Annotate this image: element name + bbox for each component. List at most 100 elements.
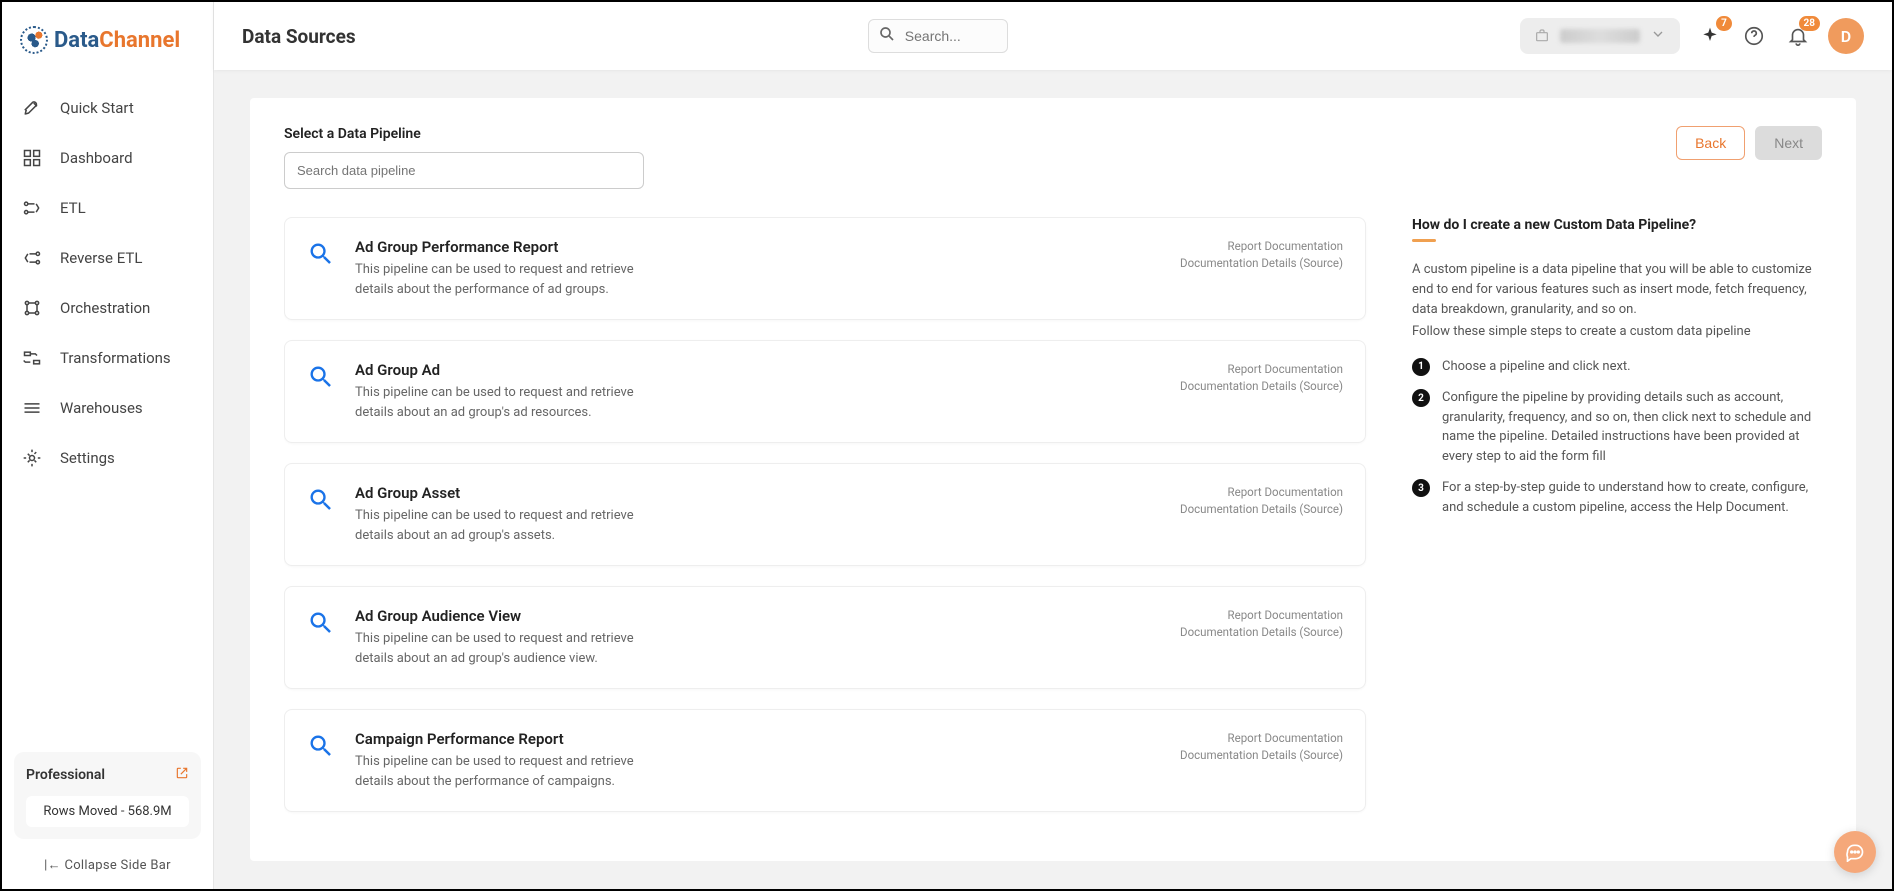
plan-rows-stat: Rows Moved - 568.9M: [26, 796, 189, 827]
pipeline-doc-links: Report DocumentationDocumentation Detail…: [1180, 484, 1343, 545]
collapse-label: Collapse Side Bar: [64, 858, 170, 873]
chat-icon: [1845, 842, 1865, 862]
sparkle-badge: 7: [1716, 16, 1732, 31]
sidebar-item-dashboard[interactable]: Dashboard: [12, 134, 203, 182]
pipeline-title: Ad Group Audience View: [355, 607, 1162, 625]
sparkle-icon: [1700, 26, 1720, 46]
warehouse-icon: [22, 398, 42, 418]
sidebar-item-label: Orchestration: [60, 299, 150, 317]
pipeline-doc-links: Report DocumentationDocumentation Detail…: [1180, 238, 1343, 299]
section-title: Select a Data Pipeline: [284, 126, 1656, 142]
pipeline-doc-links: Report DocumentationDocumentation Detail…: [1180, 730, 1343, 791]
sidebar-item-settings[interactable]: Settings: [12, 434, 203, 482]
help-steps: 1 Choose a pipeline and click next. 2Confi…: [1412, 357, 1812, 518]
grid-icon: [22, 148, 42, 168]
help-para-1: A custom pipeline is a data pipeline tha…: [1412, 260, 1812, 320]
doc-details-link[interactable]: Documentation Details (Source): [1180, 501, 1343, 518]
back-button[interactable]: Back: [1676, 126, 1745, 160]
sidebar-item-label: Warehouses: [60, 399, 143, 417]
pipeline-title: Ad Group Ad: [355, 361, 1162, 379]
brand-logo-text: DataChannel: [54, 28, 180, 53]
pipeline-title: Ad Group Performance Report: [355, 238, 1162, 256]
help-title: How do I create a new Custom Data Pipeli…: [1412, 217, 1812, 233]
reverse-etl-icon: [22, 248, 42, 268]
pipeline-item[interactable]: Ad Group Performance Report This pipeline…: [284, 217, 1366, 320]
pipeline-item[interactable]: Ad Group Ad This pipeline can be used to …: [284, 340, 1366, 443]
transform-icon: [22, 348, 42, 368]
brand-logo-icon: [20, 26, 48, 54]
doc-details-link[interactable]: Documentation Details (Source): [1180, 378, 1343, 395]
global-search: [868, 19, 1008, 53]
step-text: Configure the pipeline by providing deta…: [1442, 388, 1812, 466]
pipeline-doc-links: Report DocumentationDocumentation Detail…: [1180, 361, 1343, 422]
chevron-down-icon: [1650, 26, 1666, 46]
pipeline-item[interactable]: Ad Group Asset This pipeline can be used …: [284, 463, 1366, 566]
plan-box: Professional Rows Moved - 568.9M: [14, 752, 201, 839]
doc-details-link[interactable]: Documentation Details (Source): [1180, 255, 1343, 272]
bell-badge: 28: [1799, 16, 1820, 31]
topbar: Data Sources 7: [214, 2, 1892, 70]
doc-details-link[interactable]: Documentation Details (Source): [1180, 624, 1343, 641]
pipeline-item[interactable]: Ad Group Audience View This pipeline can …: [284, 586, 1366, 689]
sidebar-item-reverse-etl[interactable]: Reverse ETL: [12, 234, 203, 282]
sidebar-item-orchestration[interactable]: Orchestration: [12, 284, 203, 332]
sidebar-nav: Quick Start Dashboard ETL Reverse ETL Or…: [2, 84, 213, 744]
gear-icon: [22, 448, 42, 468]
pipeline-list[interactable]: Ad Group Performance Report This pipeline…: [284, 217, 1372, 861]
pipeline-item[interactable]: Campaign Performance ReportThis pipeline…: [284, 709, 1366, 812]
plan-name: Professional: [26, 767, 105, 783]
sidebar-item-warehouses[interactable]: Warehouses: [12, 384, 203, 432]
page-title: Data Sources: [242, 25, 356, 48]
help-button[interactable]: [1740, 22, 1768, 50]
sidebar-item-label: Dashboard: [60, 149, 133, 167]
rocket-icon: [22, 98, 42, 118]
magnifier-icon: [307, 486, 337, 545]
topbar-right: 7 28 D: [1520, 18, 1864, 54]
report-doc-link[interactable]: Report Documentation: [1180, 361, 1343, 378]
main: Data Sources 7: [214, 2, 1892, 889]
collapse-sidebar-button[interactable]: |← Collapse Side Bar: [2, 847, 213, 877]
step-number: 1: [1412, 358, 1430, 376]
brand-suffix: Channel: [99, 28, 180, 53]
sidebar-item-label: ETL: [60, 199, 86, 217]
step-text: Choose a pipeline and click next.: [1442, 357, 1631, 377]
user-avatar[interactable]: D: [1828, 18, 1864, 54]
sidebar-item-transformations[interactable]: Transformations: [12, 334, 203, 382]
report-doc-link[interactable]: Report Documentation: [1180, 607, 1343, 624]
pipeline-search-input[interactable]: [284, 152, 644, 189]
chat-bubble-button[interactable]: [1834, 831, 1876, 873]
account-name-redacted: [1560, 29, 1640, 43]
notifications-button[interactable]: 28: [1784, 22, 1812, 50]
report-doc-link[interactable]: Report Documentation: [1180, 238, 1343, 255]
pipeline-desc: This pipeline can be used to request and…: [355, 383, 665, 422]
help-panel: How do I create a new Custom Data Pipeli…: [1412, 217, 1822, 861]
external-link-icon[interactable]: [175, 766, 189, 784]
help-step: 2Configure the pipeline by providing det…: [1412, 388, 1812, 466]
sidebar: DataChannel Quick Start Dashboard ETL Re…: [2, 2, 214, 889]
brand-prefix: Data: [54, 28, 99, 53]
sparkle-button[interactable]: 7: [1696, 22, 1724, 50]
etl-icon: [22, 198, 42, 218]
pipeline-desc: This pipeline can be used to request and…: [355, 629, 665, 668]
search-icon: [878, 25, 896, 47]
step-text: For a step-by-step guide to understand h…: [1442, 478, 1812, 517]
magnifier-icon: [307, 363, 337, 422]
doc-details-link[interactable]: Documentation Details (Source): [1180, 747, 1343, 764]
account-switcher[interactable]: [1520, 18, 1680, 54]
pipeline-desc: This pipeline can be used to request and…: [355, 260, 665, 299]
pipeline-doc-links: Report DocumentationDocumentation Detail…: [1180, 607, 1343, 668]
sidebar-item-label: Transformations: [60, 349, 171, 367]
help-underline: [1412, 239, 1436, 242]
pipeline-desc: This pipeline can be used to request and…: [355, 506, 665, 545]
brand-logo[interactable]: DataChannel: [2, 26, 213, 84]
next-button[interactable]: Next: [1755, 126, 1822, 160]
pipeline-desc: This pipeline can be used to request and…: [355, 752, 665, 791]
pipeline-title: Ad Group Asset: [355, 484, 1162, 502]
help-step: 1 Choose a pipeline and click next.: [1412, 357, 1812, 377]
report-doc-link[interactable]: Report Documentation: [1180, 484, 1343, 501]
content-card: Select a Data Pipeline Back Next Ad Grou…: [250, 98, 1856, 861]
magnifier-icon: [307, 732, 337, 791]
sidebar-item-quick-start[interactable]: Quick Start: [12, 84, 203, 132]
sidebar-item-etl[interactable]: ETL: [12, 184, 203, 232]
report-doc-link[interactable]: Report Documentation: [1180, 730, 1343, 747]
